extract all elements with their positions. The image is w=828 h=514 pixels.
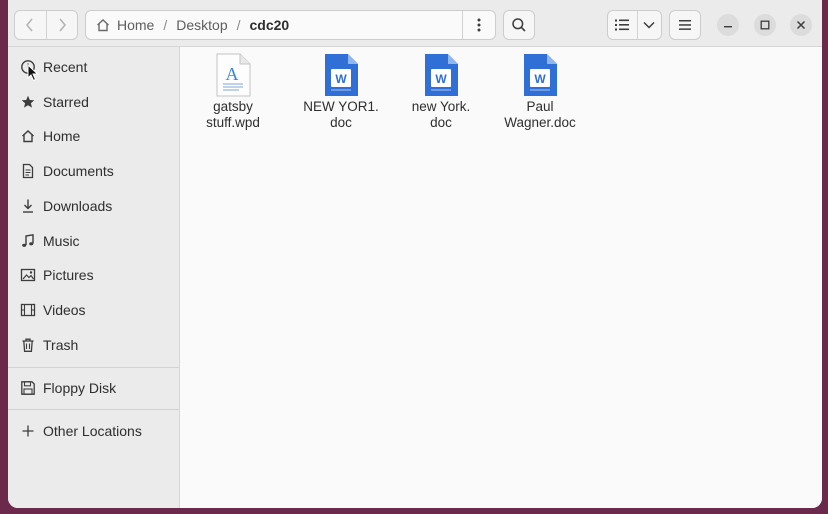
sidebar-item-label: Starred xyxy=(43,94,89,110)
floppy-disk-icon xyxy=(20,380,36,396)
sidebar-item-other-locations[interactable]: Other Locations xyxy=(8,416,179,446)
sidebar-item-label: Downloads xyxy=(43,198,113,214)
chevron-left-icon xyxy=(26,18,33,32)
music-note-icon xyxy=(20,233,36,249)
sidebar-item-documents[interactable]: Documents xyxy=(8,156,179,186)
file-name: new York. doc xyxy=(411,99,471,130)
breadcrumb-current-folder[interactable]: cdc20 xyxy=(250,17,290,33)
plus-icon xyxy=(20,423,36,439)
word-document-icon: W xyxy=(524,54,557,96)
document-icon xyxy=(20,163,36,179)
sidebar-divider xyxy=(8,367,179,368)
home-icon xyxy=(20,128,36,144)
sidebar-item-home[interactable]: Home xyxy=(8,121,179,151)
file-item[interactable]: W new York. doc xyxy=(395,53,487,131)
file-item[interactable]: A gatsby stuff.wpd xyxy=(187,53,279,131)
list-view-button[interactable] xyxy=(608,11,637,39)
path-menu-button[interactable] xyxy=(462,11,495,39)
chevron-right-icon xyxy=(59,18,66,32)
breadcrumb-home[interactable]: Home xyxy=(95,17,154,33)
file-manager-window: Home / Desktop / cdc20 Recent Starred Ho… xyxy=(8,0,822,508)
maximize-button[interactable] xyxy=(754,14,776,36)
sidebar-item-label: Music xyxy=(43,233,80,249)
navigation-buttons xyxy=(14,10,78,40)
text-document-icon: A xyxy=(216,53,251,97)
sidebar-item-floppy-disk[interactable]: Floppy Disk xyxy=(8,373,179,403)
sidebar: Recent Starred Home Documents Downloads … xyxy=(8,47,180,508)
download-icon xyxy=(20,198,36,214)
chevron-down-icon xyxy=(643,21,655,29)
sidebar-item-label: Trash xyxy=(43,337,79,353)
svg-text:W: W xyxy=(335,72,347,86)
svg-text:W: W xyxy=(534,72,546,86)
view-toggle-group xyxy=(607,10,662,40)
breadcrumb-separator: / xyxy=(236,17,241,33)
breadcrumb-home-label: Home xyxy=(117,17,155,33)
sidebar-item-label: Other Locations xyxy=(43,423,142,439)
file-view: A gatsby stuff.wpd W NEW YOR1. doc W new… xyxy=(180,47,822,508)
headerbar: Home / Desktop / cdc20 xyxy=(8,0,822,47)
back-button[interactable] xyxy=(15,11,46,39)
sidebar-divider xyxy=(8,409,179,410)
breadcrumb-current-label: cdc20 xyxy=(249,17,290,33)
sidebar-item-label: Pictures xyxy=(43,267,94,283)
film-icon xyxy=(20,302,36,318)
maximize-icon xyxy=(760,20,770,30)
breadcrumb-separator: / xyxy=(163,17,168,33)
breadcrumb-desktop-label: Desktop xyxy=(176,17,228,33)
sidebar-item-videos[interactable]: Videos xyxy=(8,295,179,325)
sidebar-item-trash[interactable]: Trash xyxy=(8,330,179,360)
view-options-button[interactable] xyxy=(638,11,661,39)
file-item[interactable]: W Paul Wagner.doc xyxy=(494,53,586,131)
mouse-pointer-icon xyxy=(27,64,39,82)
search-icon xyxy=(512,18,526,32)
close-icon xyxy=(796,20,806,30)
sidebar-item-starred[interactable]: Starred xyxy=(8,87,179,117)
list-view-icon xyxy=(615,19,630,31)
breadcrumb-desktop[interactable]: Desktop xyxy=(176,17,227,33)
svg-text:A: A xyxy=(226,64,239,84)
svg-text:W: W xyxy=(435,72,447,86)
picture-icon xyxy=(20,267,36,283)
sidebar-item-label: Documents xyxy=(43,163,114,179)
sidebar-item-pictures[interactable]: Pictures xyxy=(8,260,179,290)
trash-icon xyxy=(20,337,36,353)
hamburger-menu-icon xyxy=(679,20,691,30)
sidebar-item-music[interactable]: Music xyxy=(8,226,179,256)
sidebar-item-label: Videos xyxy=(43,302,86,318)
word-document-icon: W xyxy=(425,54,458,96)
path-bar: Home / Desktop / cdc20 xyxy=(85,10,496,40)
vertical-dots-icon xyxy=(477,18,481,32)
file-name: gatsby stuff.wpd xyxy=(206,99,260,130)
file-name: NEW YOR1. doc xyxy=(303,99,379,130)
minimize-icon xyxy=(724,26,732,28)
sidebar-item-downloads[interactable]: Downloads xyxy=(8,191,179,221)
file-name: Paul Wagner.doc xyxy=(504,99,576,130)
minimize-button[interactable] xyxy=(717,14,739,36)
forward-button[interactable] xyxy=(46,11,77,39)
search-button[interactable] xyxy=(503,10,535,40)
sidebar-item-label: Recent xyxy=(43,59,88,75)
sidebar-item-label: Home xyxy=(43,128,81,144)
close-button[interactable] xyxy=(790,14,812,36)
file-item[interactable]: W NEW YOR1. doc xyxy=(295,53,387,131)
main-menu-button[interactable] xyxy=(669,10,701,40)
sidebar-item-label: Floppy Disk xyxy=(43,380,117,396)
star-icon xyxy=(20,94,36,110)
home-icon xyxy=(97,19,109,32)
word-document-icon: W xyxy=(325,54,358,96)
